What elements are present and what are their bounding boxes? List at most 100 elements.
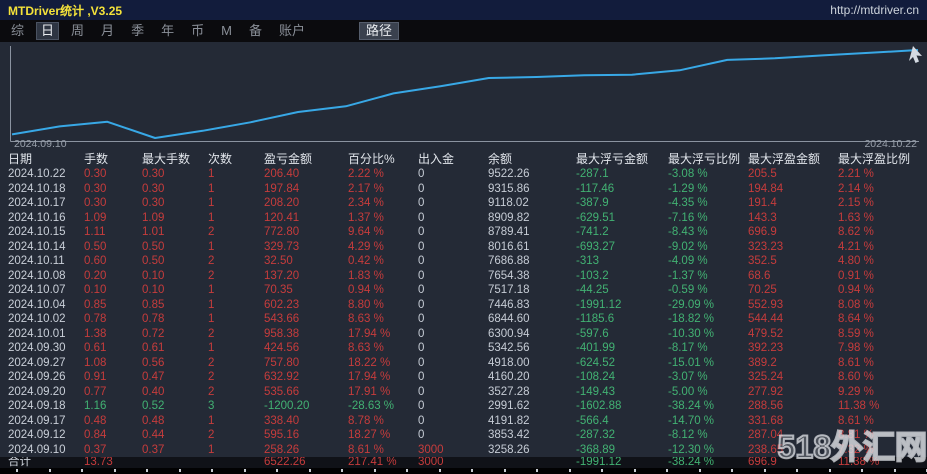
- path-button[interactable]: 路径: [358, 22, 399, 40]
- table-row[interactable]: 2024.09.20 0.77 0.40 2 535.66 17.91 % 0 3527.28…: [0, 385, 927, 400]
- cell-8: -1185.6: [576, 313, 615, 325]
- cell-8: -44.25: [576, 284, 609, 296]
- cell-3: 1: [208, 443, 215, 456]
- cell-2: 0.30: [142, 168, 165, 180]
- cell-10: 331.68: [748, 414, 784, 427]
- cell-9: -4.35 %: [668, 197, 708, 209]
- table-row[interactable]: 2024.09.18 1.16 0.52 3 -1200.20 -28.63 % 0 2991…: [0, 399, 927, 414]
- cell-10: 479.52: [748, 327, 784, 340]
- scrollbar-tick: [406, 469, 408, 472]
- scrollbar-tick: [536, 469, 538, 472]
- cell-3: 1: [208, 284, 215, 296]
- cell-11: 0.91 %: [838, 269, 874, 282]
- menu-item-M[interactable]: M: [216, 22, 237, 40]
- cell-9: -18.82 %: [668, 313, 715, 325]
- cell-6: 3000: [418, 457, 444, 468]
- cell-1: 0.37: [84, 443, 107, 456]
- cell-7: 7446.83: [488, 298, 530, 311]
- cell-11: 1.63 %: [838, 211, 874, 224]
- cell-7: 8909.82: [488, 211, 530, 224]
- table-row[interactable]: 2024.10.04 0.85 0.85 1 602.23 8.80 % 0 7446.83 -…: [0, 298, 927, 313]
- total-label: 合计: [8, 457, 31, 468]
- cell-7: 3853.42: [488, 429, 530, 441]
- cell-9: -8.12 %: [668, 429, 708, 441]
- cell-11: 2.21 %: [838, 168, 874, 180]
- cell-5: 18.22 %: [348, 356, 391, 369]
- cell-7: 6844.60: [488, 313, 530, 325]
- cell-8: -597.6: [576, 327, 609, 340]
- cell-10: 696.9: [748, 226, 777, 238]
- table-row[interactable]: 2024.10.15 1.11 1.01 2 772.80 9.64 % 0 8789.41 -…: [0, 225, 927, 240]
- table-row[interactable]: 2024.10.07 0.10 0.10 1 70.35 0.94 % 0 7517.18 -4…: [0, 283, 927, 298]
- menu-item-季[interactable]: 季: [126, 22, 149, 40]
- cell-7: 3258.26: [488, 443, 530, 456]
- date-cell: 2024.10.01: [8, 327, 66, 340]
- cell-3: 1: [208, 342, 215, 354]
- column-header-2: 最大手数: [142, 152, 191, 166]
- cell-11: 8.64 %: [838, 313, 874, 325]
- menu-item-账户[interactable]: 账户: [274, 22, 310, 40]
- cell-3: 1: [208, 182, 215, 195]
- date-cell: 2024.10.17: [8, 197, 66, 209]
- titlebar-url-link[interactable]: http://mtdriver.cn: [830, 3, 919, 17]
- cell-5: 17.94 %: [348, 371, 391, 383]
- cell-2: 0.61: [142, 342, 165, 354]
- table-row[interactable]: 2024.10.14 0.50 0.50 1 329.73 4.29 % 0 8016.61 -…: [0, 240, 927, 255]
- cell-6: 0: [418, 385, 425, 398]
- cell-1: 0.91: [84, 371, 107, 383]
- menu-item-日[interactable]: 日: [36, 22, 60, 40]
- menu-item-币[interactable]: 币: [186, 22, 209, 40]
- cell-5: 17.94 %: [348, 327, 391, 340]
- cell-9: -38.24 %: [668, 457, 715, 468]
- cell-10: 277.92: [748, 385, 784, 398]
- table-row[interactable]: 2024.10.17 0.30 0.30 1 208.20 2.34 % 0 9118.02 -…: [0, 196, 927, 211]
- table-row[interactable]: 2024.10.02 0.78 0.78 1 543.66 8.63 % 0 6844.60 -…: [0, 312, 927, 327]
- menu-item-group: 综日周月季年币 M 备账户: [6, 22, 317, 40]
- cell-11: 7.32 %: [838, 443, 874, 456]
- date-cell: 2024.09.18: [8, 400, 66, 412]
- cell-7: 9522.26: [488, 168, 530, 180]
- table-row[interactable]: 2024.09.17 0.48 0.48 1 338.40 8.78 % 0 4191.82 -…: [0, 414, 927, 429]
- chart-end-date-label: 2024.10.22: [864, 138, 917, 150]
- cell-10: 544.44: [748, 313, 784, 325]
- horizontal-scrollbar[interactable]: [0, 468, 927, 474]
- table-row[interactable]: 2024.09.26 0.91 0.47 2 632.92 17.94 % 0 4160.20…: [0, 370, 927, 385]
- cell-2: 0.52: [142, 400, 165, 412]
- column-header-1: 手数: [84, 152, 109, 166]
- menu-item-年[interactable]: 年: [156, 22, 179, 40]
- scrollbar-tick: [666, 469, 668, 472]
- cell-7: 9118.02: [488, 197, 529, 209]
- table-row[interactable]: 2024.09.12 0.84 0.44 2 595.16 18.27 % 0 3853.42…: [0, 428, 927, 443]
- cell-10: 352.5: [748, 255, 777, 267]
- scrollbar-tick: [243, 469, 246, 472]
- cell-4: 772.80: [264, 226, 300, 238]
- cell-7: 6300.94: [488, 327, 530, 340]
- cell-3: 2: [208, 269, 215, 282]
- menu-item-备[interactable]: 备: [244, 22, 267, 40]
- cell-4: 958.38: [264, 327, 300, 340]
- table-row[interactable]: 2024.10.01 1.38 0.72 2 958.38 17.94 % 0 6300.94…: [0, 327, 927, 342]
- cell-4: 329.73: [264, 240, 300, 253]
- table-row[interactable]: 2024.10.11 0.60 0.50 2 32.50 0.42 % 0 7686.88 -3…: [0, 254, 927, 269]
- table-row[interactable]: 2024.10.08 0.20 0.10 2 137.20 1.83 % 0 7654.38 -…: [0, 269, 927, 284]
- menu-item-周[interactable]: 周: [66, 22, 89, 40]
- cell-5: 2.34 %: [348, 197, 384, 209]
- table-row[interactable]: 2024.09.27 1.08 0.56 2 757.80 18.22 % 0 4918.00…: [0, 356, 927, 371]
- menu-item-综[interactable]: 综: [6, 22, 29, 40]
- table-row[interactable]: 2024.10.18 0.30 0.30 1 197.84 2.17 % 0 9315.86 -…: [0, 182, 927, 197]
- column-header-0: 日期: [8, 152, 33, 166]
- cell-5: 8.78 %: [348, 414, 384, 427]
- cell-6: 0: [418, 226, 425, 238]
- table-row[interactable]: 2024.09.30 0.61 0.61 1 424.56 8.63 % 0 5342.56 -…: [0, 341, 927, 356]
- cell-6: 0: [418, 211, 425, 224]
- cell-6: 0: [418, 400, 425, 412]
- cell-7: 2991.62: [488, 400, 530, 412]
- date-cell: 2024.10.15: [8, 226, 66, 238]
- cell-6: 0: [418, 327, 425, 340]
- table-row[interactable]: 2024.10.22 0.30 0.30 1 206.40 2.22 % 0 9522.26 -…: [0, 167, 927, 182]
- table-row[interactable]: 2024.10.16 1.09 1.09 1 120.41 1.37 % 0 8909.82 -…: [0, 211, 927, 226]
- table-row[interactable]: 2024.09.10 0.37 0.37 1 258.26 8.61 % 3000 3258.…: [0, 443, 927, 458]
- cell-11: 11.38 %: [838, 400, 880, 412]
- menu-item-月[interactable]: 月: [96, 22, 119, 40]
- cell-5: 8.61 %: [348, 443, 384, 456]
